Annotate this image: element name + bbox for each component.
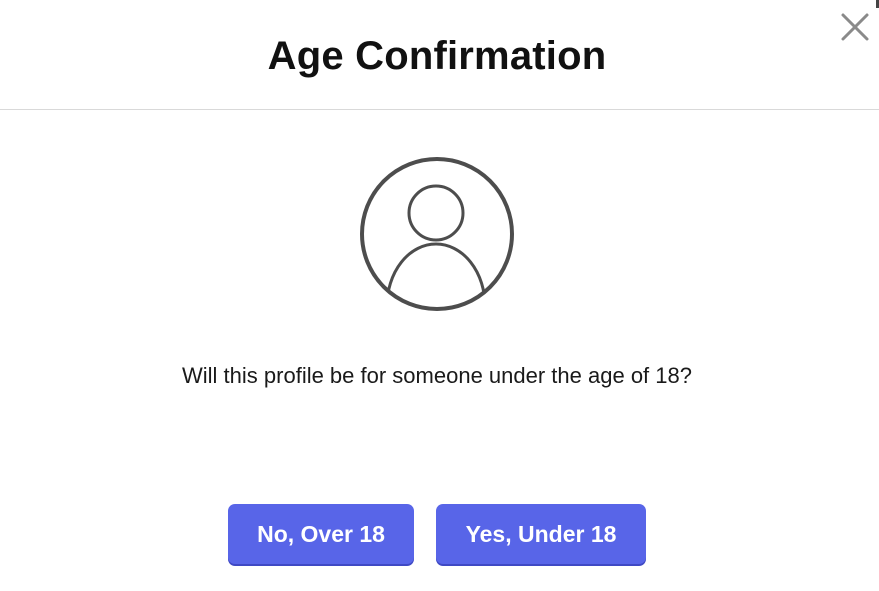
close-button[interactable] [836,8,874,46]
avatar [359,156,515,312]
over-18-button[interactable]: No, Over 18 [228,504,414,564]
age-confirmation-dialog: Age Confirmation Will this profile be fo… [0,0,879,591]
dialog-title: Age Confirmation [267,34,607,78]
close-icon [841,13,869,41]
user-profile-icon [360,157,514,311]
age-question: Will this profile be for someone under t… [182,363,692,388]
dialog-header: Age Confirmation [0,0,879,110]
under-18-button[interactable]: Yes, Under 18 [436,504,646,564]
